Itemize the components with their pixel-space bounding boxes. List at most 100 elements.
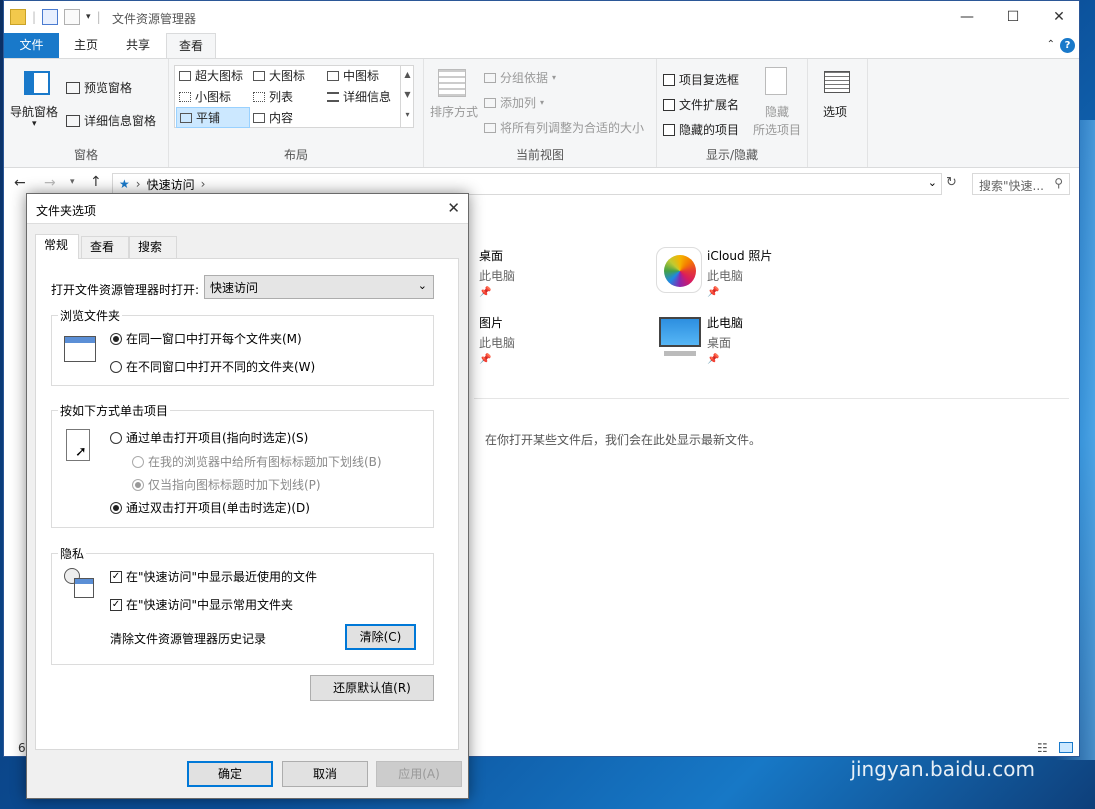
layout-tiles[interactable]: 平铺 bbox=[176, 107, 250, 128]
tab-home[interactable]: 主页 bbox=[62, 33, 110, 58]
open-explorer-select[interactable]: 快速访问 ⌄ bbox=[204, 275, 434, 299]
show-hide-group: 项目复选框 文件扩展名 隐藏的项目 隐藏 所选项目 显示/隐藏 bbox=[657, 59, 808, 167]
clear-history-button[interactable]: 清除(C) bbox=[345, 624, 416, 650]
fit-columns-button[interactable]: 将所有列调整为合适的大小 bbox=[484, 119, 644, 136]
search-icon: ⚲ bbox=[1054, 176, 1063, 190]
quick-access-item[interactable]: 此电脑 桌面 📌 bbox=[707, 314, 743, 365]
current-view-group-label: 当前视图 bbox=[515, 148, 564, 162]
help-icon[interactable]: ? bbox=[1060, 38, 1075, 53]
ok-button[interactable]: 确定 bbox=[187, 761, 273, 787]
quick-access-item[interactable]: 桌面 此电脑 📌 bbox=[479, 247, 515, 298]
underline-hover-option[interactable]: 仅当指向图标标题时加下划线(P) bbox=[132, 476, 321, 493]
hide-label[interactable]: 隐藏 bbox=[765, 103, 789, 120]
selected-items-label[interactable]: 所选项目 bbox=[753, 121, 801, 138]
minimize-button[interactable]: — bbox=[944, 1, 990, 33]
apply-button[interactable]: 应用(A) bbox=[376, 761, 462, 787]
underline-always-option[interactable]: 在我的浏览器中给所有图标标题加下划线(B) bbox=[132, 453, 382, 470]
collapse-ribbon-icon[interactable]: ⌃ bbox=[1047, 39, 1055, 50]
details-view-icon[interactable]: ☷ bbox=[1037, 741, 1048, 755]
layout-list[interactable]: 列表 bbox=[253, 88, 293, 105]
large-icons-view-icon[interactable] bbox=[1059, 742, 1073, 753]
same-window-radio[interactable] bbox=[110, 332, 122, 345]
layout-extra-large[interactable]: 超大图标 bbox=[179, 67, 243, 84]
hidden-items-checkbox[interactable] bbox=[663, 123, 675, 136]
layout-large[interactable]: 大图标 bbox=[253, 67, 305, 84]
folder-icon[interactable] bbox=[10, 9, 26, 25]
cancel-button[interactable]: 取消 bbox=[282, 761, 368, 787]
nav-pane-dropdown-icon[interactable]: ▾ bbox=[32, 119, 37, 129]
pin-icon: 📌 bbox=[707, 287, 720, 298]
options-group: 选项 bbox=[808, 59, 868, 167]
layout-content[interactable]: 内容 bbox=[253, 109, 293, 126]
refresh-icon[interactable]: ↻ bbox=[946, 175, 957, 190]
restore-defaults-button[interactable]: 还原默认值(R) bbox=[310, 675, 434, 701]
section-divider bbox=[474, 398, 1069, 399]
item-checkboxes-toggle[interactable]: 项目复选框 bbox=[663, 71, 739, 88]
maximize-button[interactable]: ☐ bbox=[990, 1, 1036, 33]
same-window-option[interactable]: 在同一窗口中打开每个文件夹(M) bbox=[110, 330, 302, 347]
show-hide-group-label: 显示/隐藏 bbox=[705, 148, 759, 162]
medium-icons-icon bbox=[327, 70, 339, 81]
single-click-option[interactable]: 通过单击打开项目(指向时选定)(S) bbox=[110, 429, 308, 446]
layout-small[interactable]: 小图标 bbox=[179, 88, 231, 105]
up-icon[interactable]: ↑ bbox=[90, 174, 102, 190]
properties-icon[interactable] bbox=[42, 9, 59, 25]
show-frequent-folders-option[interactable]: ✓ 在"快速访问"中显示常用文件夹 bbox=[110, 596, 293, 613]
new-folder-icon[interactable] bbox=[64, 9, 81, 25]
address-box[interactable]: ★ › 快速访问 › ⌄ bbox=[112, 173, 942, 195]
close-button[interactable]: ✕ bbox=[1036, 1, 1082, 33]
show-recent-files-option[interactable]: ✓ 在"快速访问"中显示最近使用的文件 bbox=[110, 568, 317, 585]
quick-access-item[interactable]: iCloud 照片 此电脑 📌 bbox=[707, 247, 772, 298]
file-extensions-checkbox[interactable] bbox=[663, 98, 675, 111]
hidden-items-toggle[interactable]: 隐藏的项目 bbox=[663, 121, 739, 138]
ribbon: 导航窗格 ▾ 预览窗格 详细信息窗格 窗格 超大图标 大图标 中图标 小图标 列… bbox=[4, 58, 1079, 168]
pin-icon: 📌 bbox=[479, 354, 492, 365]
preview-pane-button[interactable]: 预览窗格 bbox=[66, 79, 132, 96]
dialog-close-icon[interactable]: ✕ bbox=[447, 199, 460, 217]
forward-icon[interactable]: → bbox=[44, 175, 56, 191]
address-dropdown-icon[interactable]: ⌄ bbox=[928, 176, 937, 189]
file-extensions-toggle[interactable]: 文件扩展名 bbox=[663, 96, 739, 113]
recent-locations-icon[interactable]: ▾ bbox=[70, 177, 75, 187]
layout-medium[interactable]: 中图标 bbox=[327, 67, 379, 84]
details-pane-button[interactable]: 详细信息窗格 bbox=[66, 112, 156, 129]
underline-always-radio[interactable] bbox=[132, 455, 144, 468]
tab-search[interactable]: 搜索 bbox=[129, 236, 177, 258]
tab-view-options[interactable]: 查看 bbox=[81, 236, 129, 258]
tab-general[interactable]: 常规 bbox=[35, 234, 79, 259]
single-click-radio[interactable] bbox=[110, 431, 122, 444]
layout-details[interactable]: 详细信息 bbox=[327, 88, 391, 105]
add-column-button[interactable]: 添加列 ▾ bbox=[484, 94, 544, 111]
options-button[interactable]: 选项 bbox=[823, 103, 847, 120]
tab-share[interactable]: 共享 bbox=[114, 33, 162, 58]
qat-dropdown-icon[interactable]: ▾ bbox=[86, 12, 91, 22]
this-pc-stand-icon bbox=[664, 351, 696, 356]
search-input[interactable]: 搜索"快速... ⚲ bbox=[972, 173, 1070, 195]
layout-scroll[interactable]: ▲ ▼ ▾ bbox=[400, 65, 414, 128]
double-click-radio[interactable] bbox=[110, 501, 122, 514]
tab-file[interactable]: 文件 bbox=[4, 33, 59, 58]
show-recent-files-checkbox[interactable]: ✓ bbox=[110, 570, 122, 583]
breadcrumb-quick-access[interactable]: 快速访问 bbox=[147, 176, 195, 193]
privacy-icon bbox=[64, 568, 94, 598]
privacy-legend: 隐私 bbox=[58, 545, 87, 562]
status-item-count: 6 bbox=[18, 741, 26, 755]
preview-pane-icon bbox=[66, 81, 80, 94]
dialog-title: 文件夹选项 bbox=[36, 204, 97, 218]
double-click-option[interactable]: 通过双击打开项目(单击时选定)(D) bbox=[110, 499, 310, 516]
back-icon[interactable]: ← bbox=[14, 175, 26, 191]
new-window-radio[interactable] bbox=[110, 360, 122, 373]
browse-folders-icon bbox=[64, 336, 96, 362]
group-by-button[interactable]: 分组依据 ▾ bbox=[484, 69, 556, 86]
show-frequent-folders-checkbox[interactable]: ✓ bbox=[110, 598, 122, 611]
new-window-option[interactable]: 在不同窗口中打开不同的文件夹(W) bbox=[110, 358, 315, 375]
content-icon bbox=[253, 112, 265, 123]
item-checkboxes-checkbox[interactable] bbox=[663, 73, 675, 86]
sort-by-button[interactable]: 排序方式 bbox=[430, 103, 478, 120]
tab-view[interactable]: 查看 bbox=[166, 33, 217, 58]
details-icon bbox=[327, 91, 339, 102]
quick-access-item[interactable]: 图片 此电脑 📌 bbox=[479, 314, 515, 365]
underline-hover-radio[interactable] bbox=[132, 478, 144, 491]
nav-pane-button[interactable]: 导航窗格 bbox=[10, 103, 58, 120]
nav-pane-icon[interactable] bbox=[24, 71, 50, 95]
